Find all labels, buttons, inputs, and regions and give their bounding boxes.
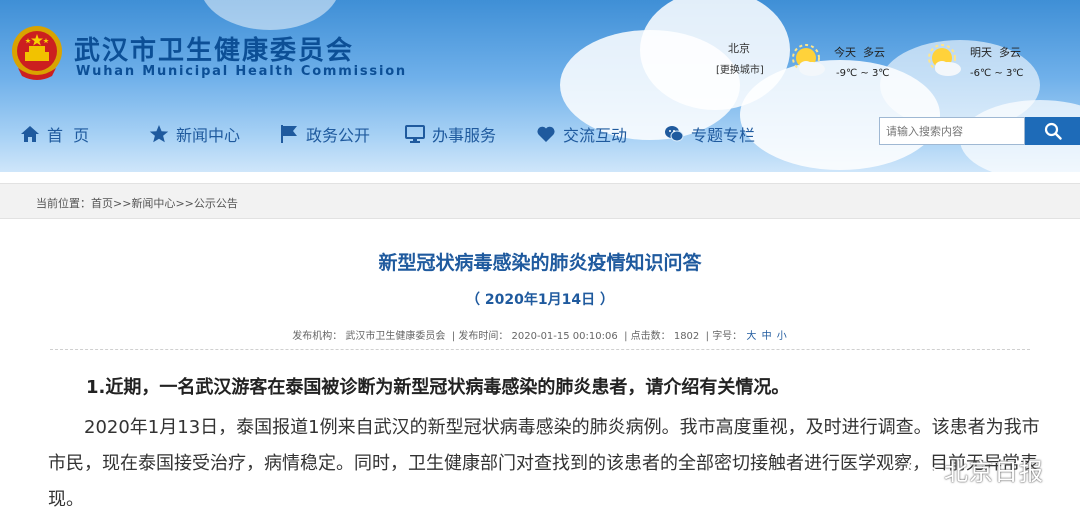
nav-services-label: 办事服务 [432, 126, 497, 145]
weather-tomorrow: 明天 多云 [970, 44, 1021, 60]
weather-city: 北京 [728, 42, 750, 55]
heart-icon [537, 126, 555, 142]
meta-time: 2020-01-15 00:10:06 [511, 331, 618, 342]
breadcrumb-announcements[interactable]: 公示公告 [194, 197, 238, 210]
breadcrumb: 当前位置：首页>>新闻中心>>公示公告 [36, 195, 238, 211]
breadcrumb-separator: >> [175, 197, 194, 210]
site-logo-title[interactable]: 武汉市卫生健康委员会 [74, 30, 354, 67]
chat-icon [665, 126, 684, 142]
search-button[interactable] [1025, 117, 1080, 145]
partly-cloudy-icon [792, 44, 825, 76]
star-icon [149, 125, 169, 143]
watermark-text: 北京日报 [944, 458, 1044, 486]
nav-news-center-label: 新闻中心 [176, 126, 241, 145]
breadcrumb-separator: >> [113, 197, 132, 210]
nav-interaction-label: 交流互动 [563, 126, 628, 145]
meta-views-label: 点击数： [630, 331, 671, 342]
nav-special-topics-label: 专题专栏 [691, 126, 756, 145]
weather-today-condition: 多云 [863, 46, 885, 59]
weather-tomorrow-label: 明天 [970, 46, 992, 59]
site-header: 武汉市卫生健康委员会 Wuhan Municipal Health Commis… [0, 0, 1080, 172]
weather-today-label: 今天 [834, 46, 856, 59]
weather-today-temp: -9℃ ~ 3℃ [836, 68, 890, 79]
nav-gov-affairs-label: 政务公开 [306, 126, 371, 145]
search-icon [1044, 122, 1062, 140]
article-title: 新型冠状病毒感染的肺炎疫情知识问答 [378, 252, 702, 274]
nav-home[interactable]: 首 页 [20, 121, 89, 147]
weather-tomorrow-condition: 多云 [999, 46, 1021, 59]
nav-interaction[interactable]: 交流互动 [536, 121, 627, 147]
nav-services[interactable]: 办事服务 [405, 121, 496, 147]
search-input[interactable] [879, 117, 1025, 145]
breadcrumb-news-center[interactable]: 新闻中心 [131, 197, 175, 210]
meta-time-label: 发布时间： [458, 331, 509, 342]
weather-tomorrow-temp: -6℃ ~ 3℃ [970, 68, 1024, 79]
breadcrumb-home[interactable]: 首页 [91, 197, 113, 210]
flag-icon [281, 125, 297, 143]
meta-source-label: 发布机构： [292, 331, 343, 342]
nav-home-label: 首 页 [47, 126, 90, 145]
article-meta: 发布机构： 武汉市卫生健康委员会 | 发布时间： 2020-01-15 00:1… [292, 331, 787, 342]
nav-news-center[interactable]: 新闻中心 [149, 121, 240, 147]
meta-fontsize-label: 字号： [712, 331, 743, 342]
breadcrumb-prefix: 当前位置： [36, 197, 91, 210]
meta-divider [50, 349, 1030, 350]
national-emblem-icon [12, 26, 62, 80]
article-answer: 2020年1月13日，泰国报道1例来自武汉的新型冠状病毒感染的肺炎病例。我市高度… [48, 417, 1040, 510]
article-date: （ 2020年1月14日 ） [466, 292, 614, 308]
wechat-icon [907, 456, 938, 482]
watermark: 北京日报 [906, 452, 1044, 487]
breadcrumb-bar: 当前位置：首页>>新闻中心>>公示公告 [0, 183, 1080, 219]
site-logo-subtitle: Wuhan Municipal Health Commission [76, 64, 407, 79]
partly-cloudy-icon [928, 44, 961, 76]
font-size-large-button[interactable]: 大 [746, 331, 756, 342]
nav-gov-affairs[interactable]: 政务公开 [279, 121, 370, 147]
meta-source: 武汉市卫生健康委员会 [345, 331, 446, 342]
weather-today: 今天 多云 [834, 44, 885, 60]
font-size-medium-button[interactable]: 中 [762, 331, 772, 342]
article-question: 1.近期，一名武汉游客在泰国被诊断为新型冠状病毒感染的肺炎患者，请介绍有关情况。 [86, 377, 790, 398]
change-city-link[interactable]: [更换城市] [716, 61, 764, 76]
font-size-small-button[interactable]: 小 [777, 331, 787, 342]
nav-special-topics[interactable]: 专题专栏 [664, 121, 755, 147]
home-icon [21, 126, 39, 142]
monitor-icon [405, 125, 425, 143]
meta-views: 1802 [673, 331, 700, 342]
